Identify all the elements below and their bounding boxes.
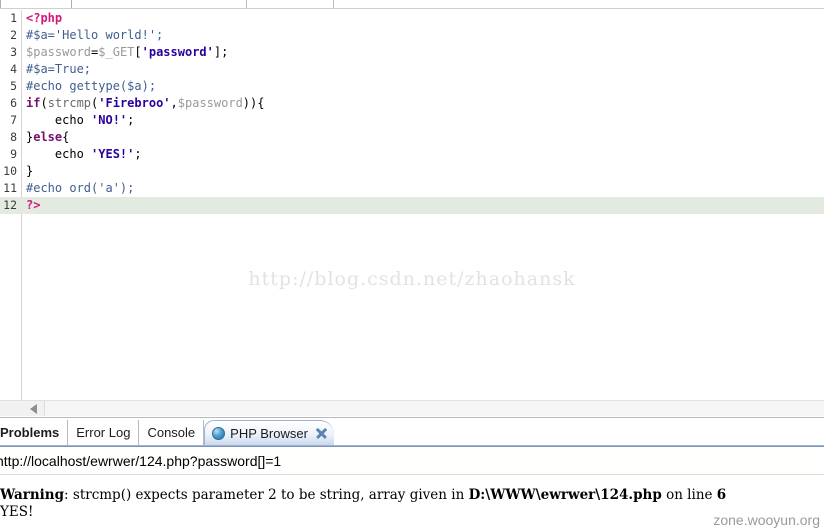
- url-input[interactable]: http://localhost/ewrwer/124.php?password…: [0, 453, 281, 469]
- code-line-10[interactable]: 10 }: [0, 163, 824, 180]
- warning-file-path: D:\WWW\ewrwer\124.php: [468, 487, 662, 503]
- globe-icon: [212, 426, 226, 440]
- code-line-2[interactable]: 2 #$a='Hello world!';: [0, 27, 824, 44]
- line-number: 12: [3, 198, 17, 212]
- warning-text-1: : strcmp() expects parameter 2 to be str…: [64, 487, 469, 503]
- editor-bottom-divider: [0, 417, 824, 418]
- close-icon[interactable]: [315, 427, 328, 440]
- code-line-1[interactable]: 1 <?php: [0, 10, 824, 27]
- line-number: 5: [10, 79, 17, 93]
- code-editor[interactable]: 1 <?php 2 #$a='Hello world!'; 3 $passwor…: [0, 10, 824, 400]
- line-content: if(strcmp('Firebroo',$password)){: [26, 96, 265, 110]
- code-line-6[interactable]: 6 if(strcmp('Firebroo',$password)){: [0, 95, 824, 112]
- view-tab-label: Problems: [0, 425, 60, 440]
- line-content: echo 'NO!';: [26, 113, 135, 127]
- line-number: 8: [10, 130, 17, 144]
- line-number: 6: [10, 96, 17, 110]
- triangle-left-icon[interactable]: [30, 404, 37, 414]
- line-content: ?>: [26, 198, 41, 212]
- editor-tab-strip: [0, 0, 824, 10]
- view-tab-error-log[interactable]: Error Log: [68, 420, 140, 445]
- code-line-3[interactable]: 3 $password=$_GET['password'];: [0, 44, 824, 61]
- line-number: 7: [10, 113, 17, 127]
- editor-tab-partial-right[interactable]: [246, 0, 334, 8]
- code-line-9[interactable]: 9 echo 'YES!';: [0, 146, 824, 163]
- script-output-result: YES!: [0, 504, 34, 520]
- line-content: }else{: [26, 130, 70, 144]
- line-content: echo 'YES!';: [26, 147, 142, 161]
- code-line-12-current[interactable]: 12 ?>: [0, 197, 824, 214]
- line-content: #$a='Hello world!';: [26, 28, 164, 42]
- code-line-11[interactable]: 11 #echo ord('a');: [0, 180, 824, 197]
- editor-tabstrip-divider: [0, 8, 824, 9]
- warning-text-2: on line: [661, 487, 717, 503]
- line-content: }: [26, 164, 34, 178]
- line-content: $password=$_GET['password'];: [26, 45, 229, 59]
- line-content: #echo ord('a');: [26, 181, 135, 195]
- warning-message: Warning: strcmp() expects parameter 2 to…: [0, 487, 824, 503]
- code-line-7[interactable]: 7 echo 'NO!';: [0, 112, 824, 129]
- php-browser-url-bar[interactable]: http://localhost/ewrwer/124.php?password…: [0, 446, 824, 475]
- code-line-8[interactable]: 8 }else{: [0, 129, 824, 146]
- warning-label: Warning: [0, 487, 65, 503]
- line-content: <?php: [26, 11, 63, 25]
- view-tab-label: Console: [147, 425, 196, 440]
- view-tab-label: PHP Browser: [230, 425, 308, 441]
- view-tab-label: Error Log: [76, 425, 131, 440]
- line-number: 2: [10, 28, 17, 42]
- editor-watermark: http://blog.csdn.net/zhaohansk: [248, 268, 576, 290]
- code-line-5[interactable]: 5 #echo gettype($a);: [0, 78, 824, 95]
- line-number: 9: [10, 147, 17, 161]
- line-number: 4: [10, 62, 17, 76]
- line-number: 11: [3, 181, 17, 195]
- line-number: 10: [3, 164, 17, 178]
- line-content: #$a=True;: [26, 62, 92, 76]
- warning-line-number: 6: [716, 487, 727, 503]
- line-number: 1: [10, 11, 17, 25]
- view-tab-bar: Problems Error Log Console PHP Browser: [0, 420, 824, 446]
- view-tab-php-browser[interactable]: PHP Browser: [204, 420, 334, 445]
- line-content: #echo gettype($a);: [26, 79, 157, 93]
- editor-horizontal-scrollbar[interactable]: [0, 400, 824, 416]
- page-watermark: zone.wooyun.org: [713, 512, 820, 528]
- editor-tab-partial-left[interactable]: [0, 0, 72, 8]
- view-tab-problems[interactable]: Problems: [0, 420, 69, 445]
- php-browser-output: Warning: strcmp() expects parameter 2 to…: [0, 475, 824, 529]
- view-tab-console[interactable]: Console: [139, 420, 205, 445]
- code-line-4[interactable]: 4 #$a=True;: [0, 61, 824, 78]
- line-number: 3: [10, 45, 17, 59]
- scrollbar-track[interactable]: [44, 401, 824, 416]
